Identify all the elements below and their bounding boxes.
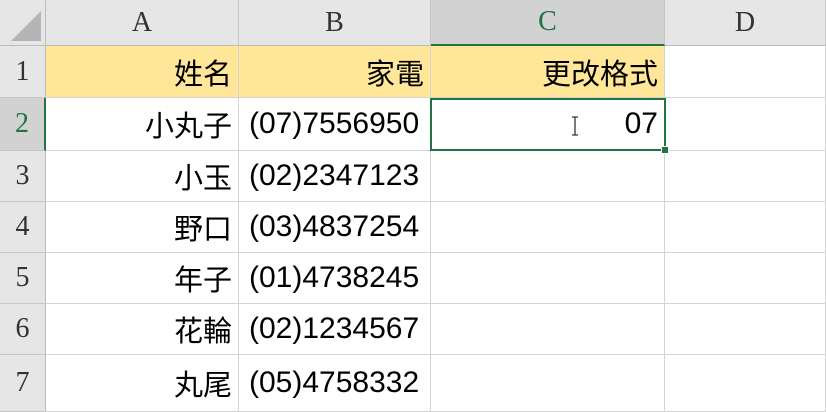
select-all-button[interactable]	[0, 0, 46, 46]
cell-c5[interactable]	[431, 253, 665, 304]
spreadsheet-grid: A B C D 1 2 3 4 5 6 7 姓名 家電 更改格式 小丸子 (07…	[0, 0, 826, 412]
row-header-7[interactable]: 7	[0, 355, 46, 412]
cell-d6[interactable]	[665, 304, 826, 355]
cell-a5[interactable]: 年子	[46, 253, 239, 304]
cell-b3[interactable]: (02)2347123	[239, 151, 431, 202]
row-header-6[interactable]: 6	[0, 304, 46, 355]
column-header-b[interactable]: B	[239, 0, 431, 46]
row-header-2[interactable]: 2	[0, 98, 46, 151]
select-all-triangle-icon	[11, 11, 41, 41]
cell-b1[interactable]: 家電	[239, 46, 431, 98]
row-header-5[interactable]: 5	[0, 253, 46, 304]
fill-handle[interactable]	[661, 146, 669, 154]
row-header-1[interactable]: 1	[0, 46, 46, 98]
cell-d5[interactable]	[665, 253, 826, 304]
row-header-3[interactable]: 3	[0, 151, 46, 202]
cell-a1[interactable]: 姓名	[46, 46, 239, 98]
row-header-4[interactable]: 4	[0, 202, 46, 253]
cell-d3[interactable]	[665, 151, 826, 202]
cell-a7[interactable]: 丸尾	[46, 355, 239, 412]
text-cursor-icon	[572, 116, 578, 136]
cell-a4[interactable]: 野口	[46, 202, 239, 253]
cell-c3[interactable]	[431, 151, 665, 202]
cell-c4[interactable]	[431, 202, 665, 253]
cell-d7[interactable]	[665, 355, 826, 412]
cell-c2[interactable]: 07	[431, 98, 665, 151]
cell-c6[interactable]	[431, 304, 665, 355]
column-header-c[interactable]: C	[431, 0, 665, 46]
cell-a2[interactable]: 小丸子	[46, 98, 239, 151]
cell-a3[interactable]: 小玉	[46, 151, 239, 202]
cell-b4[interactable]: (03)4837254	[239, 202, 431, 253]
cell-c1[interactable]: 更改格式	[431, 46, 665, 98]
cell-d1[interactable]	[665, 46, 826, 98]
cell-b6[interactable]: (02)1234567	[239, 304, 431, 355]
cell-b2[interactable]: (07)7556950	[239, 98, 431, 151]
cell-b5[interactable]: (01)4738245	[239, 253, 431, 304]
column-header-a[interactable]: A	[46, 0, 239, 46]
cell-c7[interactable]	[431, 355, 665, 412]
column-header-d[interactable]: D	[665, 0, 826, 46]
cell-b7[interactable]: (05)4758332	[239, 355, 431, 412]
cell-d4[interactable]	[665, 202, 826, 253]
cell-d2[interactable]	[665, 98, 826, 151]
cell-a6[interactable]: 花輪	[46, 304, 239, 355]
